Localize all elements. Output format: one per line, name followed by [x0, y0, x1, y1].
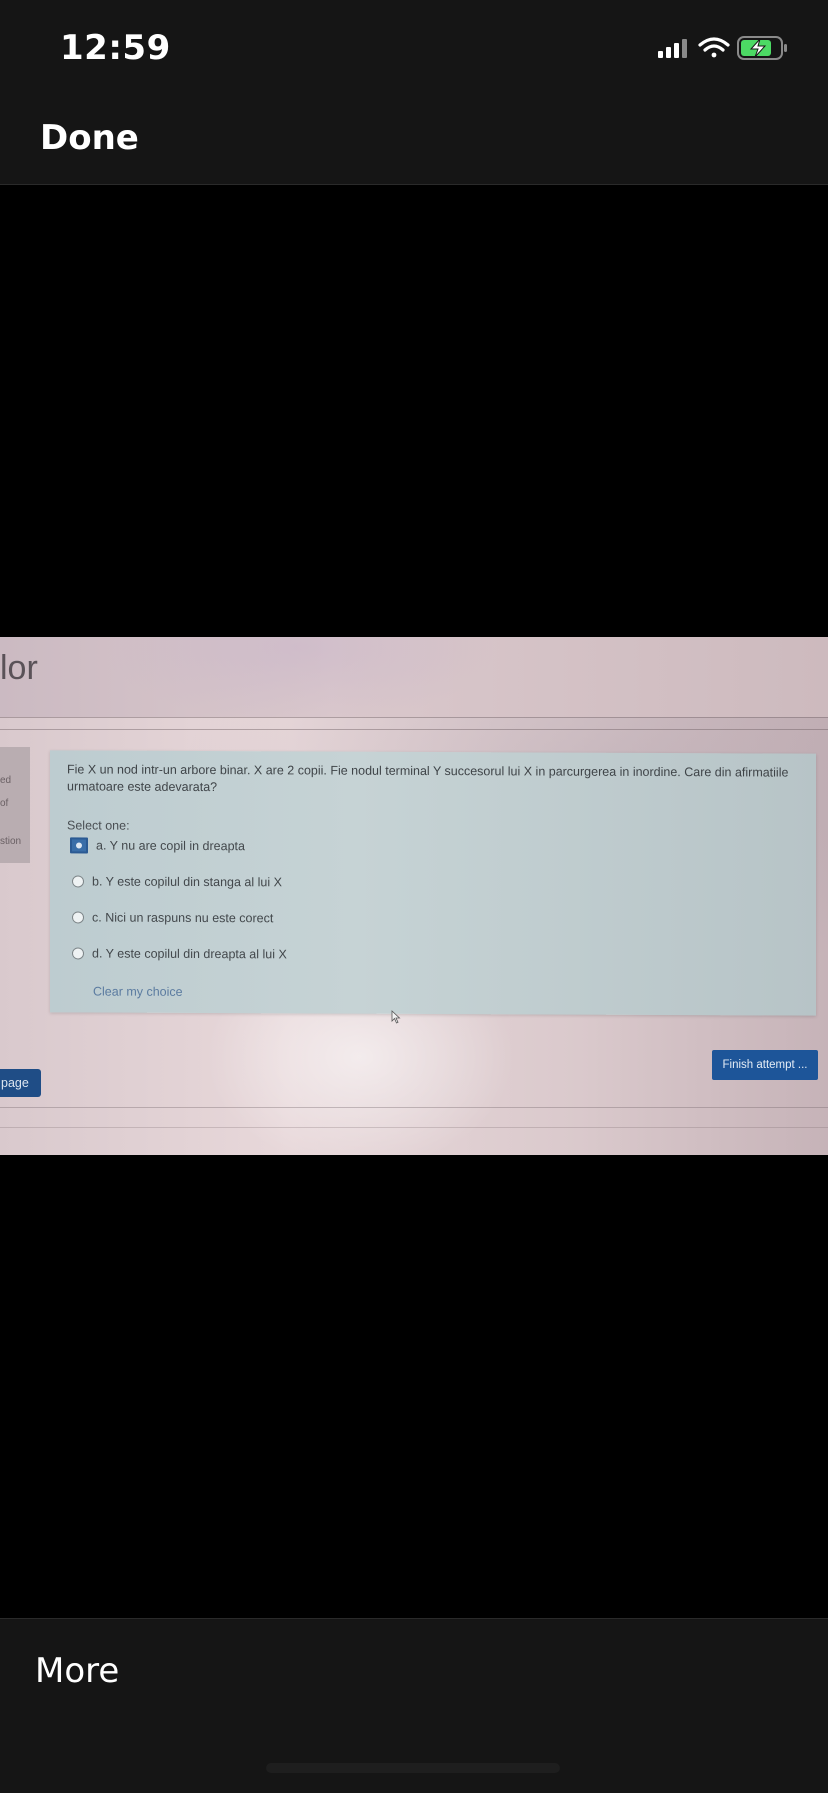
clear-my-choice-link[interactable]: Clear my choice	[93, 985, 183, 999]
radio-icon[interactable]	[72, 875, 84, 888]
page-button-label: page	[1, 1076, 29, 1090]
status-time: 12:59	[60, 28, 171, 68]
radio-selected-icon[interactable]	[70, 837, 88, 854]
option-label: d. Y este copilul din dreapta al lui X	[92, 946, 287, 962]
radio-icon[interactable]	[72, 947, 84, 960]
option-label: c. Nici un raspuns nu este corect	[92, 910, 274, 926]
photo-page-header: lor	[0, 637, 828, 717]
battery-charging-icon	[737, 36, 787, 60]
more-button[interactable]: More	[35, 1651, 119, 1691]
option-b[interactable]: b. Y este copilul din stanga al lui X	[72, 871, 282, 892]
footer-divider	[0, 1107, 828, 1108]
sidebar-fragment-2: of	[0, 798, 9, 809]
finish-attempt-button[interactable]: Finish attempt ...	[712, 1050, 818, 1080]
option-a[interactable]: a. Y nu are copil in dreapta	[70, 835, 245, 856]
option-label: b. Y este copilul din stanga al lui X	[92, 874, 282, 890]
option-d[interactable]: d. Y este copilul din dreapta al lui X	[72, 943, 287, 964]
cellular-signal-icon	[658, 39, 687, 58]
select-one-label: Select one:	[67, 818, 130, 833]
header-divider	[0, 717, 828, 718]
header-divider-2	[0, 729, 828, 730]
quiz-nav-sidebar-fragment: ed of stion	[0, 747, 30, 863]
status-icons	[654, 34, 794, 64]
sidebar-fragment-3: stion	[0, 836, 22, 847]
done-button[interactable]: Done	[40, 118, 139, 158]
bottom-toolbar: More	[0, 1618, 828, 1793]
home-indicator[interactable]	[266, 1763, 560, 1773]
footer-divider-2	[0, 1127, 828, 1128]
radio-icon[interactable]	[72, 911, 84, 924]
option-c[interactable]: c. Nici un raspuns nu este corect	[72, 907, 273, 928]
nav-bar: Done	[0, 100, 828, 185]
mouse-pointer-icon	[391, 1010, 401, 1024]
question-text: Fie X un nod intr-un arbore binar. X are…	[67, 762, 789, 795]
photo-of-quiz-screen: lor ed of stion Fie X un nod intr-un arb…	[0, 637, 828, 1155]
question-panel: Fie X un nod intr-un arbore binar. X are…	[50, 750, 816, 1016]
page-button[interactable]: page	[0, 1069, 41, 1097]
partial-page-title: lor	[0, 649, 38, 687]
status-bar: 12:59	[0, 0, 828, 100]
wifi-icon	[698, 37, 730, 58]
sidebar-fragment-1: ed	[0, 775, 12, 786]
option-label: a. Y nu are copil in dreapta	[96, 838, 245, 854]
